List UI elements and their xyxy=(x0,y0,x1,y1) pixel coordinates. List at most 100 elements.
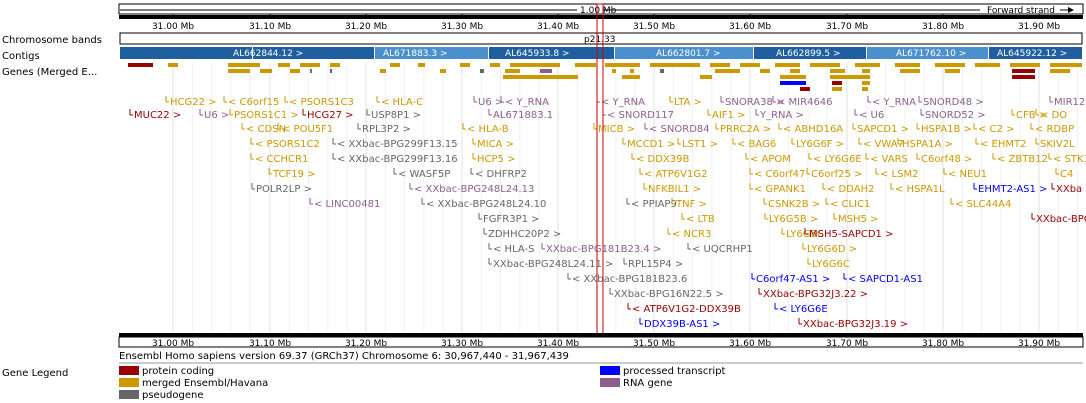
gene-exon-bar[interactable] xyxy=(1050,63,1082,67)
gene-exon-bar[interactable] xyxy=(128,63,153,67)
gene-label[interactable]: < ABHD16A xyxy=(783,124,843,135)
gene-label[interactable]: HCG27 > xyxy=(307,110,354,121)
gene-label[interactable]: < CLIC1 xyxy=(830,199,870,210)
gene-label[interactable]: < POU5F1 xyxy=(282,124,333,135)
gene-label[interactable]: XXbac-BPG11 xyxy=(1036,214,1086,225)
gene-label[interactable]: LY6G6F > xyxy=(796,139,844,150)
gene-label[interactable]: < LY6G6E xyxy=(779,304,828,315)
contig-label[interactable]: AL662801.7 > xyxy=(656,49,721,59)
gene-label[interactable]: SNORD52 > xyxy=(925,110,986,121)
gene-label[interactable]: SAPCD1 > xyxy=(857,124,909,135)
gene-label[interactable]: < SNORD84 xyxy=(649,124,710,135)
gene-label[interactable]: < GPANK1 xyxy=(754,184,806,195)
gene-label[interactable]: XXbac-BPG16N22.5 > xyxy=(614,289,724,300)
gene-exon-bar[interactable] xyxy=(310,69,312,73)
contig-label[interactable]: AL662899.5 > xyxy=(776,49,841,59)
gene-label[interactable]: HSPA1B > xyxy=(921,124,972,135)
gene-exon-bar[interactable] xyxy=(945,69,960,73)
gene-label[interactable]: < U6 xyxy=(859,110,884,121)
gene-exon-bar[interactable] xyxy=(830,75,870,79)
gene-exon-bar[interactable] xyxy=(895,63,920,67)
gene-label[interactable]: < XXbac-BPG299F13.15 xyxy=(337,139,458,150)
gene-label[interactable]: U6 > xyxy=(478,97,503,108)
gene-exon-bar[interactable] xyxy=(862,81,870,85)
gene-label[interactable]: < VARS xyxy=(870,154,908,165)
gene-exon-bar[interactable] xyxy=(630,69,634,73)
gene-label[interactable]: < BAG6 xyxy=(737,139,776,150)
gene-exon-bar[interactable] xyxy=(780,81,806,85)
gene-exon-bar[interactable] xyxy=(1050,69,1070,73)
gene-exon-bar[interactable] xyxy=(605,63,640,67)
gene-label[interactable]: < SLC44A4 xyxy=(955,199,1011,210)
gene-exon-bar[interactable] xyxy=(228,69,250,73)
gene-label[interactable]: RPL3P2 > xyxy=(362,124,411,135)
gene-label[interactable]: < HSPA1L xyxy=(895,184,945,195)
gene-label[interactable]: MICB > xyxy=(598,124,635,135)
gene-label[interactable]: XXbac-BPG32J3.22 > xyxy=(763,289,868,300)
gene-label[interactable]: PRRC2A > xyxy=(720,124,771,135)
gene-label[interactable]: < PSORS1C3 xyxy=(289,97,354,108)
gene-label[interactable]: C6orf48 > xyxy=(921,154,972,165)
contig-label[interactable]: AL645922.12 > xyxy=(997,49,1067,59)
gene-label[interactable]: < LINC00481 xyxy=(314,199,380,210)
gene-label[interactable]: < DO xyxy=(1040,110,1067,121)
gene-label[interactable]: PSORS1C1 > xyxy=(234,110,299,121)
gene-label[interactable]: < ATP6V1G2 xyxy=(644,169,707,180)
gene-label[interactable]: DDX39B-AS1 > xyxy=(644,319,720,330)
gene-exon-bar[interactable] xyxy=(700,75,712,79)
gene-exon-bar[interactable] xyxy=(505,69,520,73)
gene-label[interactable]: < XXbac-BPG299F13.16 xyxy=(337,154,458,165)
gene-label[interactable]: < PPIAP9 xyxy=(631,199,677,210)
gene-exon-bar[interactable] xyxy=(862,69,870,73)
gene-label[interactable]: NFKBIL1 > xyxy=(648,184,701,195)
gene-exon-bar[interactable] xyxy=(228,63,260,67)
gene-label[interactable]: MSH5 > xyxy=(838,214,878,225)
gene-label[interactable]: FGFR3P1 > xyxy=(483,214,540,225)
gene-label[interactable]: SNORD48 > xyxy=(923,97,984,108)
gene-label[interactable]: < STK1 xyxy=(1053,154,1086,165)
gene-label[interactable]: POLR2LP > xyxy=(256,184,312,195)
gene-label[interactable]: Y_RNA > xyxy=(759,110,804,121)
gene-exon-bar[interactable] xyxy=(830,69,845,73)
gene-label[interactable]: LY6G6D > xyxy=(807,244,857,255)
gene-exon-bar[interactable] xyxy=(278,63,290,67)
gene-exon-bar[interactable] xyxy=(855,63,880,67)
gene-label[interactable]: XXbac-BPG32J3.19 > xyxy=(803,319,908,330)
gene-label[interactable]: LTA > xyxy=(674,97,702,108)
gene-exon-bar[interactable] xyxy=(290,69,300,73)
gene-exon-bar[interactable] xyxy=(490,63,500,67)
gene-exon-bar[interactable] xyxy=(168,63,178,67)
gene-exon-bar[interactable] xyxy=(790,69,800,73)
gene-label[interactable]: XXba xyxy=(1056,184,1082,195)
gene-label[interactable]: LST1 > xyxy=(682,139,718,150)
gene-exon-bar[interactable] xyxy=(660,69,664,73)
gene-label[interactable]: < ATP6V1G2-DDX39B xyxy=(632,304,741,315)
gene-label[interactable]: MCCD1 > xyxy=(627,139,675,150)
gene-label[interactable]: < C6orf47 xyxy=(754,169,805,180)
gene-label[interactable]: < DDX39B xyxy=(636,154,690,165)
gene-label[interactable]: < DHFRP2 xyxy=(475,169,527,180)
gene-label[interactable]: AL671883.1 xyxy=(493,110,553,121)
gene-exon-bar[interactable] xyxy=(775,63,800,67)
gene-label[interactable]: < ZBTB12 xyxy=(997,154,1048,165)
gene-label[interactable]: < MIR4646 xyxy=(777,97,833,108)
gene-label[interactable]: < HLA-S xyxy=(493,244,534,255)
gene-label[interactable]: < NEU1 xyxy=(948,169,987,180)
gene-exon-bar[interactable] xyxy=(975,63,1000,67)
gene-label[interactable]: < DDAH2 xyxy=(827,184,875,195)
gene-exon-bar[interactable] xyxy=(260,69,272,73)
gene-exon-bar[interactable] xyxy=(480,69,484,73)
gene-label[interactable]: XXbac-BPG248L24.11 > xyxy=(493,259,613,270)
gene-label[interactable]: TNF > xyxy=(675,199,707,210)
gene-label[interactable]: < XXbac-BPG248L24.10 xyxy=(426,199,546,210)
gene-label[interactable]: < NCR3 xyxy=(672,229,711,240)
gene-label[interactable]: C6orf47-AS1 > xyxy=(756,274,830,285)
gene-label[interactable]: < RDBP xyxy=(1035,124,1074,135)
gene-label[interactable]: CSNK2B > xyxy=(768,199,820,210)
gene-label[interactable]: < LY6G6E xyxy=(813,154,862,165)
gene-label[interactable]: < C2 > xyxy=(978,124,1014,135)
gene-exon-bar[interactable] xyxy=(390,63,400,67)
gene-label[interactable]: U6 > xyxy=(204,110,229,121)
gene-exon-bar[interactable] xyxy=(612,69,616,73)
gene-exon-bar[interactable] xyxy=(760,69,770,73)
